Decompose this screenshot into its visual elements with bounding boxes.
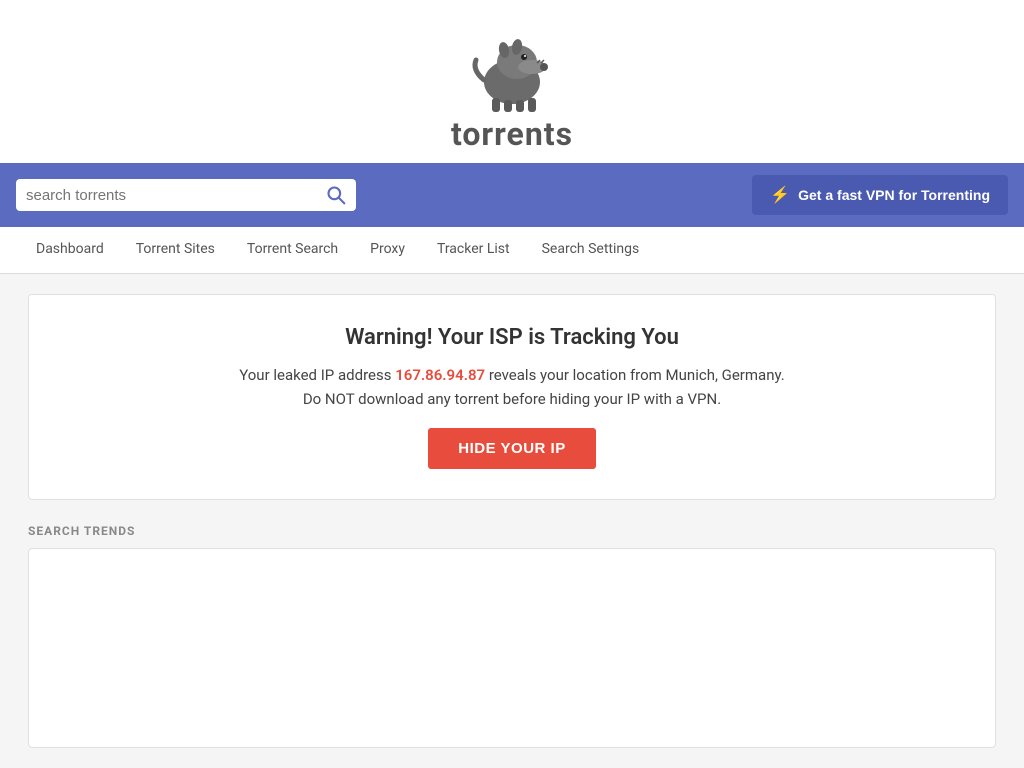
search-bar: ⚡ Get a fast VPN for Torrenting xyxy=(0,163,1024,227)
search-icon xyxy=(326,185,346,205)
nav-item-torrent-sites[interactable]: Torrent Sites xyxy=(120,227,231,273)
warning-text1-prefix: Your leaked IP address xyxy=(239,366,395,384)
warning-box: Warning! Your ISP is Tracking You Your l… xyxy=(28,294,996,500)
warning-text1-suffix: reveals your location from Munich, Germa… xyxy=(485,366,785,384)
nav-item-search-settings[interactable]: Search Settings xyxy=(526,227,656,273)
logo-icon xyxy=(462,20,562,120)
header: torrents xyxy=(0,0,1024,163)
warning-text2: Do NOT download any torrent before hidin… xyxy=(49,390,975,408)
warning-title: Warning! Your ISP is Tracking You xyxy=(49,325,975,350)
search-input[interactable] xyxy=(26,187,326,204)
vpn-button[interactable]: ⚡ Get a fast VPN for Torrenting xyxy=(752,175,1008,215)
logo-text: torrents xyxy=(451,115,573,153)
hide-ip-button[interactable]: HIDE YOUR IP xyxy=(428,428,595,469)
navbar: Dashboard Torrent Sites Torrent Search P… xyxy=(0,227,1024,274)
bolt-icon: ⚡ xyxy=(770,185,790,205)
trends-box xyxy=(28,548,996,748)
nav-item-tracker-list[interactable]: Tracker List xyxy=(421,227,526,273)
nav-item-dashboard[interactable]: Dashboard xyxy=(20,227,120,273)
search-form xyxy=(16,179,356,211)
warning-text1: Your leaked IP address 167.86.94.87 reve… xyxy=(49,366,975,384)
nav-item-torrent-search[interactable]: Torrent Search xyxy=(231,227,354,273)
search-button[interactable] xyxy=(326,185,346,205)
main-content: Warning! Your ISP is Tracking You Your l… xyxy=(12,294,1012,748)
search-trends-section: SEARCH TRENDS xyxy=(28,524,996,748)
ip-address: 167.86.94.87 xyxy=(395,366,485,384)
search-trends-label: SEARCH TRENDS xyxy=(28,524,996,538)
logo-area: torrents xyxy=(451,20,573,153)
vpn-button-label: Get a fast VPN for Torrenting xyxy=(798,187,990,203)
nav-item-proxy[interactable]: Proxy xyxy=(354,227,421,273)
